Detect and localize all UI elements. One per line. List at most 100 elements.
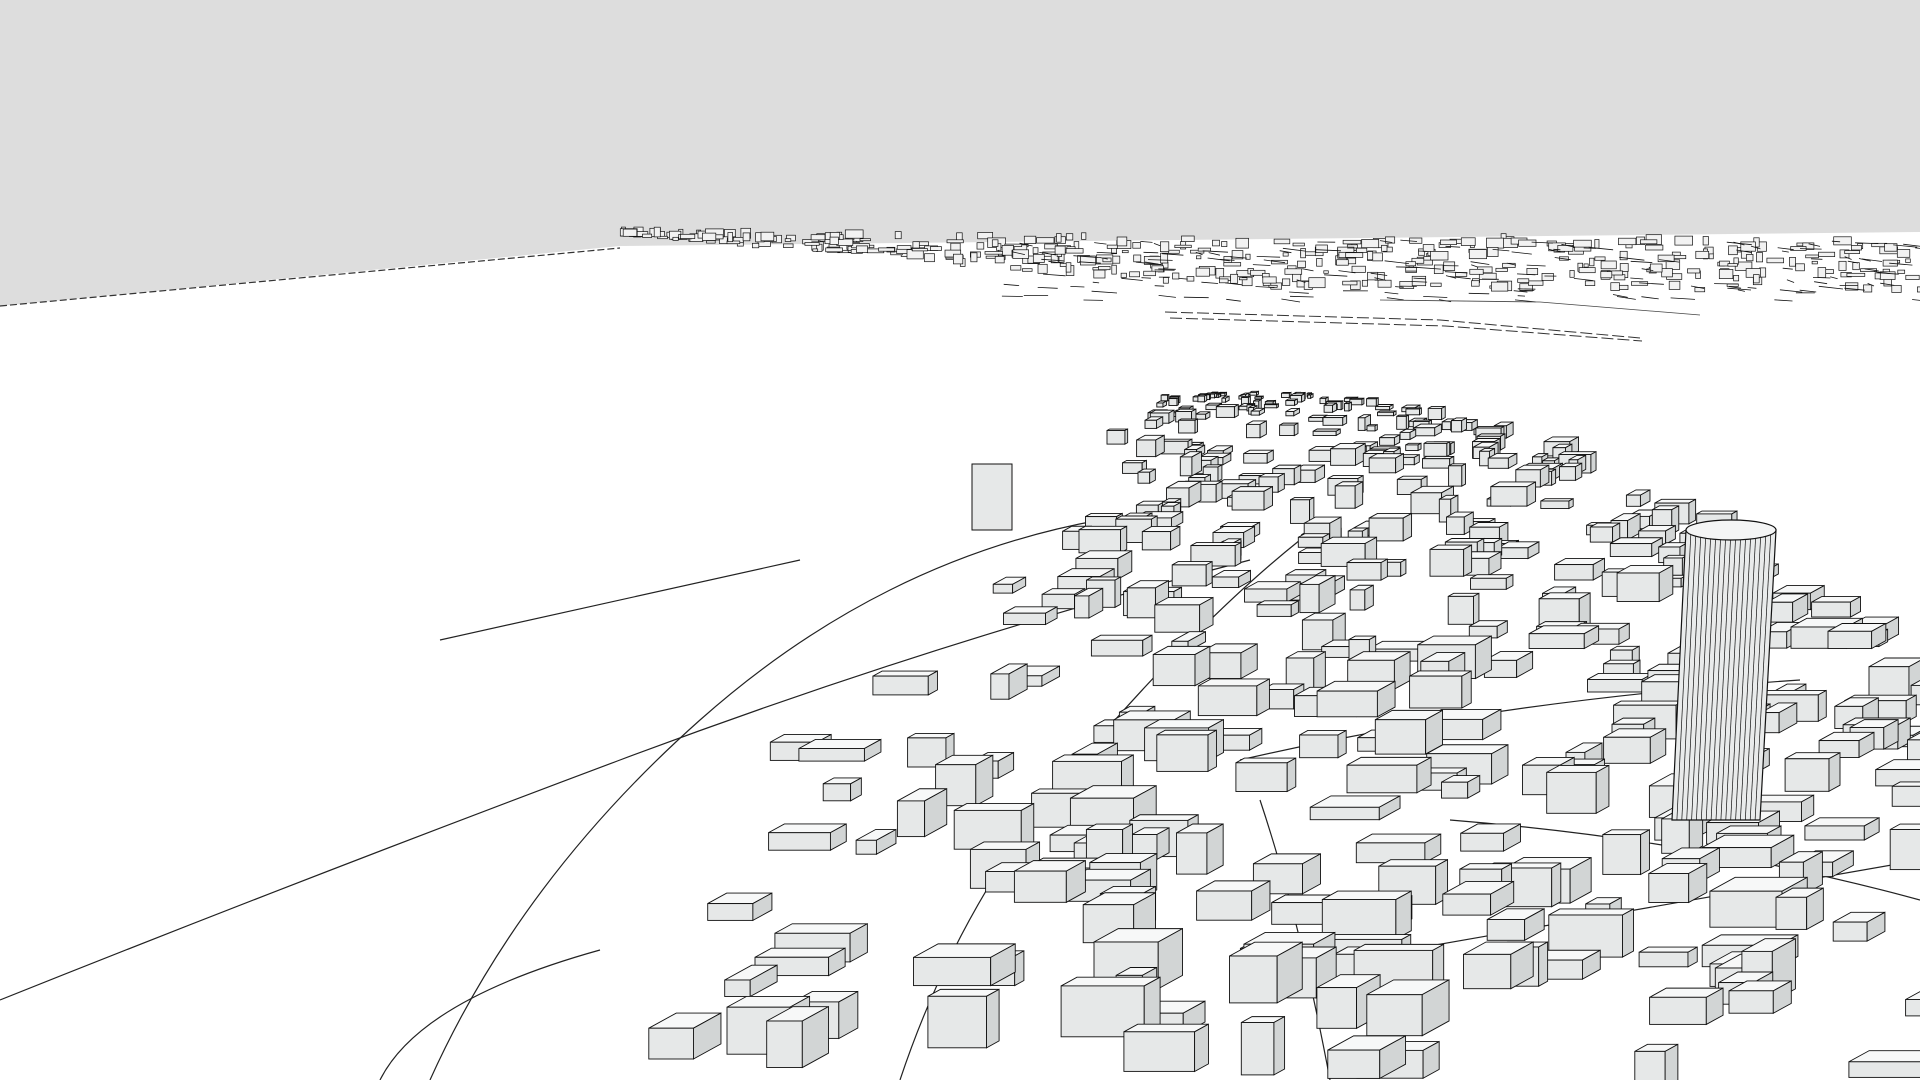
building-facade [1144,419,1157,429]
city-model-scene[interactable] [0,0,1920,1080]
distant-building [1645,244,1664,251]
building [1355,833,1442,864]
distant-edge [1799,248,1822,250]
distant-building [1010,265,1022,271]
building-roof [1078,525,1127,531]
building [1144,416,1164,430]
distant-building [1120,272,1127,278]
distant-building [1262,276,1277,284]
distant-building [1037,263,1048,274]
distant-building [1361,239,1380,249]
building-side [1622,908,1635,958]
distant-building [1817,267,1827,278]
building [1240,1015,1286,1076]
building [766,1005,829,1069]
building-facade [1137,471,1151,484]
distant-building [1851,245,1862,251]
building-facade [648,1027,694,1060]
distant-building [844,229,864,239]
building-facade [1168,398,1178,406]
building [1154,596,1214,633]
building-side [1206,823,1224,875]
distant-building [1897,269,1906,274]
distant-building [653,226,661,238]
building [1775,887,1824,931]
building-facade [1152,654,1196,687]
building-facade [1197,685,1258,717]
building-facade [1299,734,1339,759]
building-side [1286,757,1297,793]
building-side [1215,480,1223,503]
building-side [1828,751,1841,792]
building-facade [1490,486,1528,507]
building-facade [1154,604,1201,633]
distant-building [702,232,717,241]
distant-edge [1141,277,1151,279]
building [927,988,1000,1049]
building-facade [1379,437,1395,446]
building-side [1551,862,1562,908]
distant-building [1093,269,1106,279]
distant-building [1896,249,1911,258]
distant-building [912,241,920,249]
distant-building [1223,262,1242,267]
distant-building [894,231,902,240]
distant-building [1422,244,1435,252]
building-side [1395,890,1412,940]
building [1804,817,1880,841]
building [1221,395,1230,403]
distant-building [825,247,843,253]
distant-building [1443,261,1456,271]
building-facade [1316,987,1357,1029]
building-side [1461,463,1466,487]
building-facade [1357,417,1366,431]
building-side [1256,678,1270,717]
building [1254,395,1264,400]
building-facade [1106,430,1126,445]
building-side [1348,401,1352,412]
distant-building [1381,244,1388,252]
building-side [1473,592,1480,626]
distant-building [1727,263,1738,267]
building-facade [1229,955,1278,1004]
building-side [1538,941,1549,987]
building-facade [1221,397,1226,403]
building-side [1114,576,1122,609]
distant-building [1367,251,1374,261]
building-facade [766,1020,803,1068]
building-facade [1250,410,1260,416]
distant-building [1863,284,1873,293]
distant-building [1036,237,1055,244]
distant-building [1619,263,1629,272]
distant-building [1746,254,1754,262]
distant-building [1600,260,1617,270]
building-facade [1616,572,1660,602]
building-roof [1129,814,1199,821]
building-side [1124,428,1129,445]
building-side [1551,468,1557,486]
building [1179,450,1202,477]
building-facade [1211,576,1240,588]
building-facade [1309,806,1380,821]
building [1156,400,1167,408]
building-facade [1285,400,1296,406]
building-facade [1709,890,1783,928]
building-side [1374,423,1378,432]
building-facade [707,903,754,921]
building [1429,544,1473,577]
distant-building [930,246,942,251]
building-side [1337,729,1347,759]
building [1638,946,1698,968]
distant-building [1059,262,1067,267]
building-roof [1156,729,1217,736]
building [1241,395,1251,405]
building [1349,397,1365,406]
building-side [1817,689,1827,722]
model-viewport[interactable] [0,0,1920,1080]
distant-building [1469,268,1484,275]
distant-building [1342,239,1362,245]
building-side [1234,541,1242,567]
building-side [1463,544,1473,577]
distant-building [994,256,1005,264]
building [1171,560,1213,587]
